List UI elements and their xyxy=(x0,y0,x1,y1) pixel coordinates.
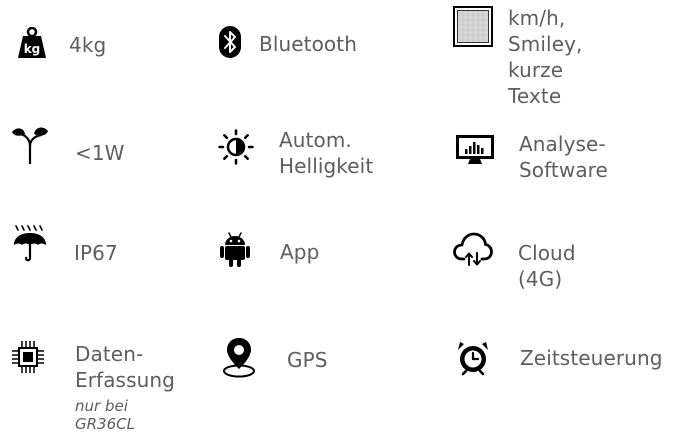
display-panel-icon xyxy=(453,6,493,47)
feature-display-label: km/h, Smiley, kurze Texte xyxy=(508,6,583,108)
cloud-sync-icon xyxy=(453,232,493,266)
feature-bluetooth-label: Bluetooth xyxy=(259,32,357,56)
timer-icon xyxy=(458,342,488,376)
plant-leaf-icon xyxy=(12,127,48,164)
feature-data-note: nur bei GR36CL xyxy=(75,397,135,433)
monitor-chart-icon xyxy=(456,135,494,164)
location-pin-icon xyxy=(223,338,255,378)
feature-protection-label: IP67 xyxy=(74,241,118,265)
umbrella-rain-icon xyxy=(14,225,46,262)
chip-icon xyxy=(12,341,44,373)
feature-data-label: Daten- Erfassung xyxy=(75,342,175,392)
feature-weight-label: 4kg xyxy=(69,33,107,57)
feature-gps-label: GPS xyxy=(287,348,328,372)
weight-icon: kg xyxy=(18,27,46,58)
feature-power-label: <1W xyxy=(75,141,125,165)
feature-timer-label: Zeitsteuerung xyxy=(520,346,663,370)
feature-app-label: App xyxy=(280,240,320,264)
feature-brightness-label: Autom. Helligkeit xyxy=(279,128,374,178)
svg-text:kg: kg xyxy=(24,42,41,56)
feature-analysis-label: Analyse- Software xyxy=(519,132,608,182)
android-icon xyxy=(220,232,250,267)
bluetooth-icon xyxy=(219,26,241,58)
feature-cloud-label: Cloud (4G) xyxy=(518,241,576,291)
brightness-icon xyxy=(218,129,254,165)
